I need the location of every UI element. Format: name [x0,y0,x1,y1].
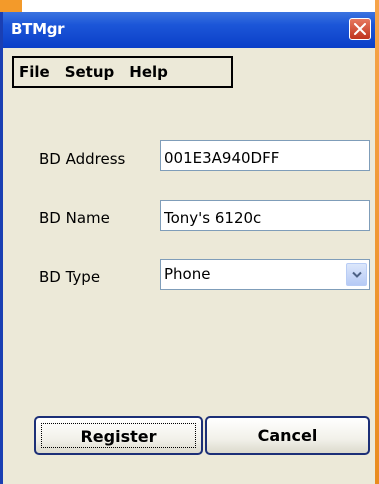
bd-type-dropdown-button[interactable] [346,263,367,286]
title-bar[interactable]: BTMgr [3,12,375,48]
register-button[interactable]: Register [34,416,203,455]
bd-name-label: BD Name [39,209,110,227]
orange-accent-corner [0,0,22,12]
menu-help[interactable]: Help [129,63,168,81]
menu-bar: File Setup Help [12,56,233,88]
menu-setup[interactable]: Setup [65,63,115,81]
bd-address-input[interactable] [160,140,370,171]
orange-accent-edge [375,0,379,484]
register-button-label: Register [41,423,196,448]
bd-type-select[interactable]: Phone [160,259,370,290]
menu-file[interactable]: File [19,63,50,81]
chevron-down-icon [352,271,362,278]
bd-type-label: BD Type [39,268,101,286]
close-button[interactable] [349,18,371,40]
bd-type-value: Phone [164,265,211,283]
window-title: BTMgr [11,20,65,38]
bd-address-label: BD Address [39,150,126,168]
bd-name-input[interactable] [160,200,370,231]
cancel-button[interactable]: Cancel [205,416,370,455]
close-icon [354,23,366,35]
btmgr-window: BTMgr File Setup Help BD Address BD Name… [0,12,375,484]
